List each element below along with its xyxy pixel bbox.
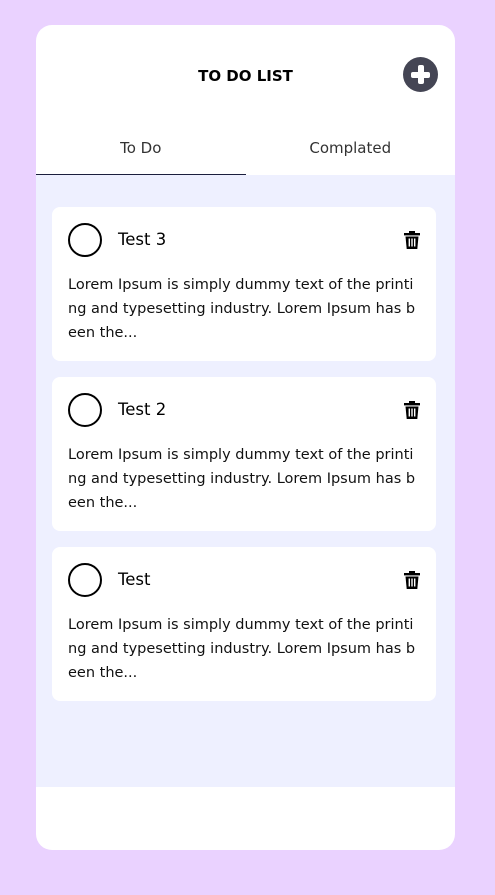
task-description: Lorem Ipsum is simply dummy text of the … (68, 617, 416, 681)
add-task-button[interactable] (403, 57, 438, 92)
trash-icon[interactable] (404, 231, 420, 249)
complete-checkbox[interactable] (68, 393, 102, 427)
task-title: Test (118, 570, 151, 589)
tab-todo[interactable]: To Do (36, 129, 246, 175)
tab-bar: To Do Complated (36, 129, 455, 175)
app-window: TO DO LIST To Do Complated Test 3 Lorem … (36, 25, 455, 850)
complete-checkbox[interactable] (68, 563, 102, 597)
trash-icon[interactable] (404, 401, 420, 419)
task-description: Lorem Ipsum is simply dummy text of the … (68, 447, 416, 511)
task-card: Test 2 Lorem Ipsum is simply dummy text … (52, 377, 436, 531)
tab-completed[interactable]: Complated (246, 129, 456, 175)
task-card: Test 3 Lorem Ipsum is simply dummy text … (52, 207, 436, 361)
task-title: Test 3 (118, 230, 167, 249)
header: TO DO LIST (36, 25, 455, 129)
task-title: Test 2 (118, 400, 167, 419)
task-description: Lorem Ipsum is simply dummy text of the … (68, 277, 416, 341)
complete-checkbox[interactable] (68, 223, 102, 257)
task-list: Test 3 Lorem Ipsum is simply dummy text … (36, 175, 455, 787)
trash-icon[interactable] (404, 571, 420, 589)
page-title: TO DO LIST (198, 67, 293, 85)
task-card: Test Lorem Ipsum is simply dummy text of… (52, 547, 436, 701)
